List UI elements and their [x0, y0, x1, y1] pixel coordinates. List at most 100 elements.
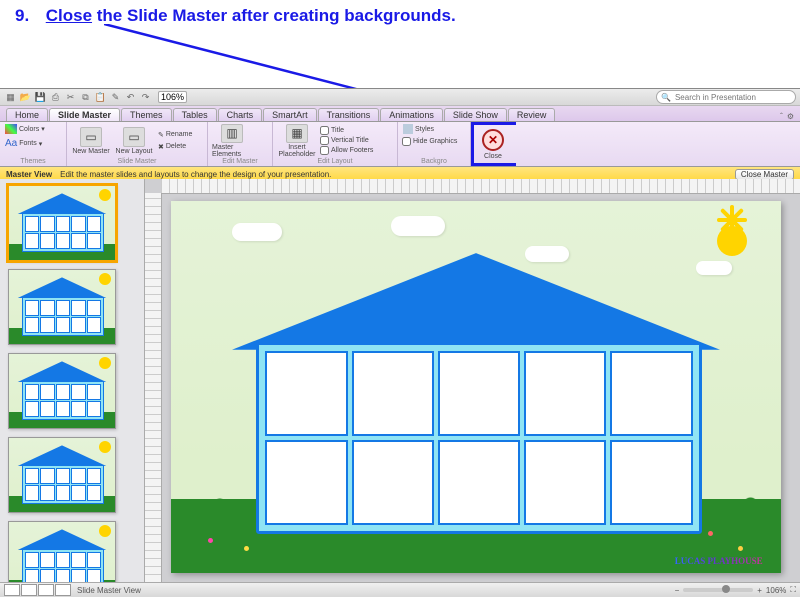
quick-access-toolbar: ▦ 📂 💾 ⎙ ✂ ⧉ 📋 ✎ ↶ ↷ 106% 🔍 [0, 89, 800, 106]
styles-button[interactable]: Styles [402, 123, 435, 135]
tab-review[interactable]: Review [508, 108, 556, 121]
redo-icon[interactable]: ↷ [139, 91, 152, 104]
rename-button[interactable]: ✎Rename [157, 130, 193, 140]
house-body [256, 342, 701, 534]
insert-placeholder-icon: ▦ [286, 124, 308, 143]
group-edit-layout: ▦Insert Placeholder Title Vertical Title… [273, 122, 398, 166]
status-bar: Slide Master View − + 106% ⛶ [0, 582, 800, 597]
colors-icon [5, 124, 17, 134]
chk-title[interactable]: Title [320, 126, 373, 135]
thumbnail-5[interactable] [8, 521, 116, 583]
status-mode: Slide Master View [77, 586, 141, 595]
insert-placeholder-label: Insert Placeholder [279, 144, 316, 158]
zoom-value: 106% [766, 586, 786, 595]
delete-label: Delete [166, 143, 186, 150]
master-elements-button[interactable]: ▥Master Elements [212, 124, 252, 158]
tab-themes[interactable]: Themes [121, 108, 172, 121]
close-icon: ✕ [482, 129, 504, 151]
save-icon[interactable]: 💾 [34, 91, 47, 104]
ruler-vertical [145, 193, 162, 583]
powerpoint-window: ▦ 📂 💾 ⎙ ✂ ⧉ 📋 ✎ ↶ ↷ 106% 🔍 Home Slide Ma… [0, 88, 800, 597]
tab-slide-show[interactable]: Slide Show [444, 108, 507, 121]
fit-icon[interactable]: ⛶ [790, 585, 796, 595]
format-icon[interactable]: ✎ [109, 91, 122, 104]
styles-label: Styles [415, 126, 434, 133]
slide-canvas[interactable]: LUCAS PLAYHOUSE [171, 201, 781, 573]
new-master-label: New Master [72, 148, 109, 155]
delete-icon: ✖ [158, 143, 164, 151]
fonts-label: Fonts [19, 140, 37, 147]
instruction-number: 9. [15, 6, 41, 26]
paste-icon[interactable]: 📋 [94, 91, 107, 104]
ribbon-tabs: Home Slide Master Themes Tables Charts S… [0, 106, 800, 122]
new-layout-button[interactable]: ▭New Layout [114, 124, 154, 158]
tab-transitions[interactable]: Transitions [318, 108, 380, 121]
chk-footers-label: Allow Footers [331, 147, 373, 154]
tab-smartart[interactable]: SmartArt [263, 108, 317, 121]
tab-animations[interactable]: Animations [380, 108, 443, 121]
styles-icon [403, 124, 413, 134]
tab-charts[interactable]: Charts [218, 108, 263, 121]
chk-vertical-title[interactable]: Vertical Title [320, 136, 373, 145]
hide-graphics-label: Hide Graphics [413, 138, 457, 145]
fonts-button[interactable]: AaFonts ▾ [4, 137, 43, 150]
sorter-view-icon[interactable] [21, 584, 37, 596]
cut-icon[interactable]: ✂ [64, 91, 77, 104]
help-icon[interactable]: ⚙ [787, 112, 794, 121]
copy-icon[interactable]: ⧉ [79, 91, 92, 104]
master-elements-icon: ▥ [221, 124, 243, 143]
open-icon[interactable]: 📂 [19, 91, 32, 104]
print-icon[interactable]: ⎙ [49, 91, 62, 104]
chk-hide-graphics[interactable]: Hide Graphics [402, 137, 457, 146]
close-master-view-button[interactable]: ✕ Close [474, 125, 512, 163]
tab-tables[interactable]: Tables [173, 108, 217, 121]
view-buttons [4, 584, 71, 596]
normal-view-icon[interactable] [4, 584, 20, 596]
colors-button[interactable]: Colors ▾ [4, 123, 46, 135]
search-icon: 🔍 [661, 93, 671, 102]
chk-vtitle-label: Vertical Title [331, 137, 369, 144]
close-master-button[interactable]: Close Master [735, 169, 794, 180]
ribbon: Colors ▾ AaFonts ▾ Themes ▭New Master ▭N… [0, 122, 800, 167]
tab-home[interactable]: Home [6, 108, 48, 121]
instruction-text: 9. Close the Slide Master after creating… [15, 6, 456, 26]
thumbnail-1[interactable] [8, 185, 116, 261]
insert-placeholder-button[interactable]: ▦Insert Placeholder [277, 124, 317, 158]
house-grid [265, 351, 692, 525]
slide-scene: LUCAS PLAYHOUSE [171, 201, 781, 573]
slide-signature: LUCAS PLAYHOUSE [675, 556, 763, 566]
instruction-rest: the Slide Master after creating backgrou… [92, 6, 456, 25]
rename-label: Rename [166, 131, 192, 138]
group-master-view: ✕ Close [471, 122, 516, 166]
slideshow-view-icon[interactable] [55, 584, 71, 596]
collapse-icon[interactable]: ˆ [780, 112, 783, 121]
new-layout-label: New Layout [116, 148, 153, 155]
undo-icon[interactable]: ↶ [124, 91, 137, 104]
search-box[interactable]: 🔍 [656, 90, 796, 104]
house-roof [232, 253, 720, 350]
new-layout-icon: ▭ [123, 127, 145, 147]
thumbnail-4[interactable] [8, 437, 116, 513]
zoom-in-icon[interactable]: + [757, 586, 762, 595]
thumbnail-2[interactable] [8, 269, 116, 345]
chk-title-label: Title [331, 127, 344, 134]
cloud-graphic [391, 216, 445, 236]
chk-allow-footers[interactable]: Allow Footers [320, 146, 373, 155]
workspace: LUCAS PLAYHOUSE [0, 179, 800, 583]
notes-view-icon[interactable] [38, 584, 54, 596]
zoom-slider[interactable] [683, 588, 753, 592]
zoom-out-icon[interactable]: − [675, 586, 680, 595]
delete-button[interactable]: ✖Delete [157, 142, 193, 152]
new-master-button[interactable]: ▭New Master [71, 124, 111, 158]
fonts-icon: Aa [5, 138, 17, 149]
group-background-title: Backgro [402, 158, 466, 165]
group-slide-master-title: Slide Master [71, 158, 203, 165]
group-edit-master: ▥Master Elements Edit Master [208, 122, 273, 166]
thumbnail-panel [0, 179, 145, 583]
search-input[interactable] [673, 92, 787, 103]
new-icon[interactable]: ▦ [4, 91, 17, 104]
tab-controls: ˆ⚙ [780, 112, 794, 121]
zoom-toolbar[interactable]: 106% [158, 91, 187, 103]
tab-slide-master[interactable]: Slide Master [49, 108, 120, 121]
thumbnail-3[interactable] [8, 353, 116, 429]
